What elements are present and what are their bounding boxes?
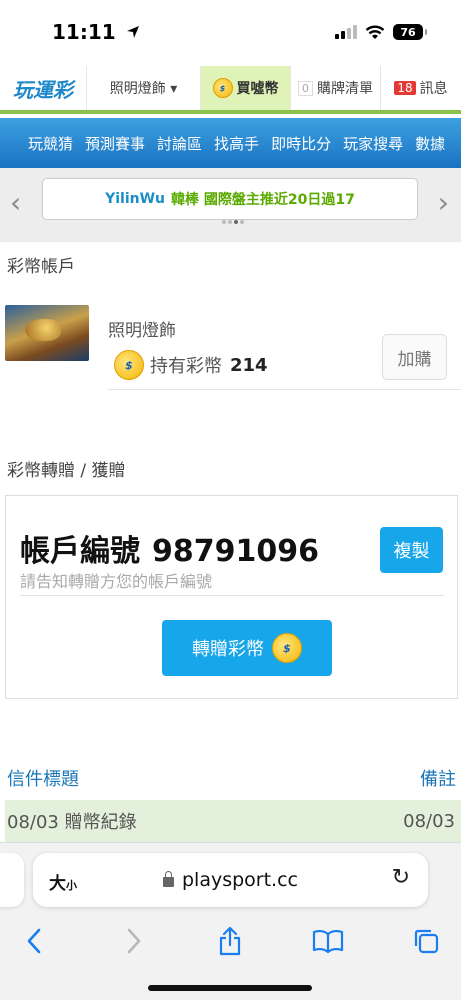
account-number-value: 98791096 (152, 534, 319, 569)
add-coins-button[interactable]: 加購 (382, 334, 447, 380)
divider (20, 595, 444, 596)
shopping-list-label: 購牌清單 (317, 81, 373, 97)
coin-icon: $ (272, 633, 302, 663)
mail-title-header: 信件標題 (7, 769, 79, 790)
chevron-right-icon[interactable]: › (438, 186, 449, 219)
site-logo[interactable]: 玩運彩 (0, 66, 86, 110)
mail-note-header: 備註 (420, 769, 456, 790)
home-indicator (148, 985, 312, 991)
mail-row-note: 08/03 (403, 810, 455, 832)
location-arrow-icon (126, 26, 139, 38)
copy-button[interactable]: 複製 (380, 527, 443, 573)
chevron-left-icon[interactable]: ‹ (10, 186, 21, 219)
menu-item-play-guess[interactable]: 玩競猜 (28, 133, 73, 154)
back-icon[interactable] (14, 921, 54, 961)
account-section-title: 彩幣帳戶 (7, 257, 75, 277)
buy-coins-link[interactable]: $ 買噓幣 (200, 66, 290, 110)
account-number-hint: 請告知轉贈方您的帳戶編號 (20, 572, 213, 591)
transfer-coins-label: 轉贈彩幣 (192, 639, 264, 660)
transfer-coins-button[interactable]: 轉贈彩幣 $ (162, 620, 332, 676)
account-name: 照明燈飾 (108, 321, 176, 341)
buy-coins-label: 買噓幣 (236, 81, 279, 97)
menu-item-find-experts[interactable]: 找高手 (214, 133, 259, 154)
divider (108, 389, 461, 390)
signal-icon (335, 25, 357, 39)
messages-label: 訊息 (419, 81, 448, 97)
menu-item-player-search[interactable]: 玩家搜尋 (343, 133, 403, 154)
ticker-pagination (222, 220, 244, 224)
coin-icon: $ (212, 78, 233, 98)
share-icon[interactable] (210, 921, 250, 961)
site-nav: 玩運彩 照明燈飾 ▾ $ 買噓幣 0 購牌清單 18 訊息 (0, 66, 461, 114)
menu-item-predict[interactable]: 預測賽事 (85, 133, 145, 154)
reload-icon[interactable]: ↻ (392, 865, 410, 890)
menu-item-live-score[interactable]: 即時比分 (271, 133, 331, 154)
previous-tab[interactable] (0, 853, 24, 907)
transfer-card: 帳戶編號 98791096 請告知轉贈方您的帳戶編號 複製 轉贈彩幣 $ (5, 495, 458, 699)
holding-value: 214 (230, 354, 268, 376)
forward-icon[interactable] (114, 921, 154, 961)
table-row[interactable]: 08/03 贈幣紀錄 08/03 (5, 800, 461, 842)
shopping-list-link[interactable]: 0 購牌清單 (290, 66, 380, 110)
battery-icon: 76 (393, 24, 427, 40)
address-bar[interactable]: 大小 playsport.cc ↻ (33, 853, 428, 907)
account-number-row: 帳戶編號 98791096 (20, 526, 319, 570)
battery-level: 76 (400, 25, 416, 39)
url-display: playsport.cc (33, 869, 428, 891)
ticker-text: 韓棒 國際盤主推近20日過17 (171, 192, 355, 208)
shopping-list-count: 0 (298, 80, 313, 96)
url-text: playsport.cc (181, 869, 298, 891)
browser-toolbar: 大小 playsport.cc ↻ (0, 842, 461, 1000)
time-text: 11:11 (52, 20, 116, 44)
menu-item-forum[interactable]: 討論區 (157, 133, 202, 154)
mail-row-title: 08/03 贈幣紀錄 (7, 812, 137, 833)
coin-holding: $ 持有彩幣 214 (114, 350, 268, 380)
ticker-user: YilinWu (105, 191, 166, 207)
status-icons: 76 (335, 24, 427, 40)
avatar (5, 305, 89, 361)
messages-count-badge: 18 (394, 81, 416, 95)
main-menu: 玩競猜 預測賽事 討論區 找高手 即時比分 玩家搜尋 數據 (0, 118, 461, 168)
status-bar: 11:11 76 (0, 0, 461, 66)
status-time: 11:11 (52, 20, 141, 44)
transfer-section-title: 彩幣轉贈 / 獲贈 (7, 461, 126, 481)
coin-icon: $ (114, 350, 144, 380)
tabs-icon[interactable] (406, 921, 446, 961)
lock-icon (162, 871, 174, 887)
safari-nav-toolbar (0, 921, 461, 961)
user-menu[interactable]: 照明燈飾 ▾ (86, 66, 200, 110)
ticker-message[interactable]: YilinWu 韓棒 國際盤主推近20日過17 (42, 178, 418, 220)
wifi-icon (365, 25, 385, 39)
mail-table-header: 信件標題 備註 (0, 765, 461, 791)
news-ticker: ‹ YilinWu 韓棒 國際盤主推近20日過17 › (0, 168, 461, 242)
account-number-label: 帳戶編號 (20, 534, 140, 569)
bookmarks-icon[interactable] (308, 921, 348, 961)
menu-item-data[interactable]: 數據 (415, 133, 445, 154)
messages-link[interactable]: 18 訊息 (380, 66, 461, 110)
holding-label: 持有彩幣 (150, 356, 222, 377)
